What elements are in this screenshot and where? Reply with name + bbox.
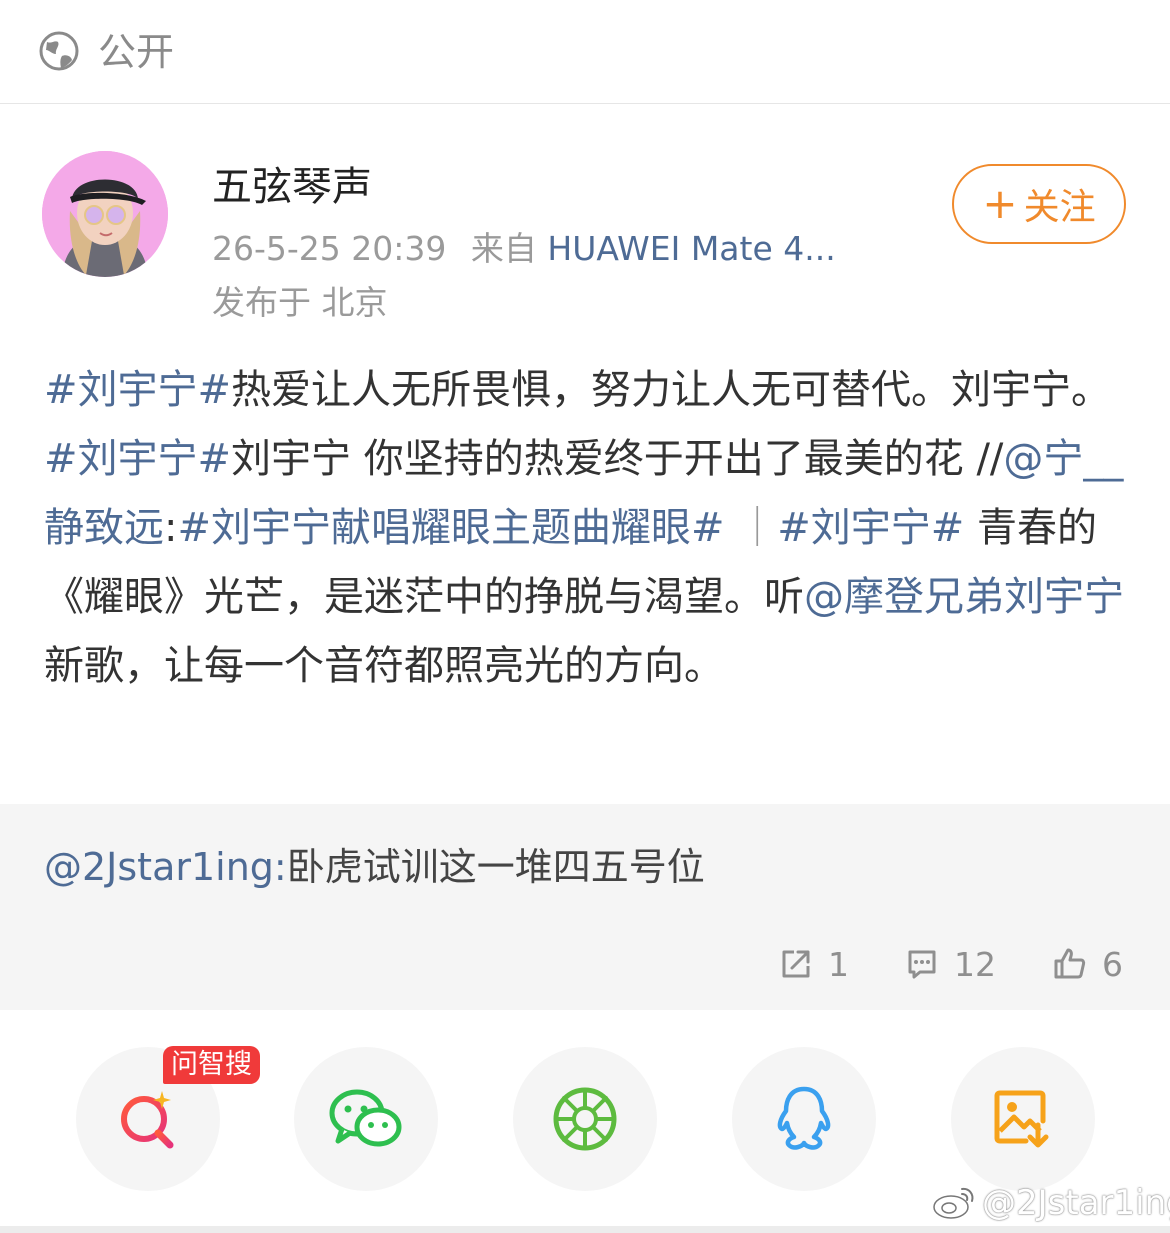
mention-link[interactable]: @摩登兄弟刘宇宁 [804,574,1124,620]
watermark-text: @2Jstar1ing [982,1183,1170,1223]
save-image-icon [994,1090,1049,1148]
hashtag-link[interactable]: #刘宇宁# [777,505,964,551]
share-count: 1 [828,944,849,984]
author-name[interactable]: 五弦琴声 [212,160,372,214]
like-stat[interactable]: 6 [1052,936,1123,992]
thumbs-up-icon [1054,948,1086,979]
visibility-label[interactable]: 公开 [98,26,174,78]
comment-stat[interactable]: 12 [904,936,996,992]
share-icon [782,950,810,978]
moments-icon [553,1087,617,1151]
search-ai-icon [121,1091,174,1149]
device-source[interactable]: HUAWEI Mate 4... [547,229,835,268]
comment-icon [908,950,936,979]
save-image-button[interactable] [951,1047,1095,1191]
comment-count: 12 [954,944,996,984]
post-location: 发布于 北京 [212,283,388,322]
share-moments-button[interactable] [513,1047,657,1191]
share-stat[interactable]: 1 [778,936,849,992]
follow-label: 关注 [1023,187,1096,228]
bottom-divider [0,1226,1170,1233]
hashtag-link[interactable]: #刘宇宁献唱耀眼主题曲耀眼# [177,505,724,551]
globe-icon [39,31,79,71]
hashtag-link[interactable]: #刘宇宁# [44,436,231,482]
ai-search-badge: 问智搜 [163,1046,260,1084]
weibo-logo-icon [933,1187,974,1219]
post-time: 26-5-25 20:39 [212,229,447,268]
repost-user-link[interactable]: @2Jstar1ing: [44,845,287,889]
source-prefix: 来自 [470,229,537,268]
top-bar: 公开 [0,0,1170,104]
post-text-segment: : [164,505,178,551]
post-text-segment: 刘宇宁 你坚持的热爱终于开出了最美的花 // [231,436,1004,482]
watermark: @2Jstar1ing [932,1180,1170,1226]
share-wechat-button[interactable] [294,1047,438,1191]
post-text-segment: ｜ [724,505,778,551]
repost-text: 卧虎试训这一堆四五号位 [286,845,705,889]
follow-button[interactable]: + 关注 [952,164,1126,244]
avatar[interactable] [42,151,168,277]
repost-comment: @2Jstar1ing:卧虎试训这一堆四五号位 [44,840,705,894]
hashtag-link[interactable]: #刘宇宁# [44,367,231,413]
post-content: #刘宇宁#热爱让人无所畏惧，努力让人无可替代。刘宇宁。#刘宇宁#刘宇宁 你坚持的… [44,356,1134,701]
post-meta: 26-5-25 20:39 来自 HUAWEI Mate 4... [212,226,872,272]
post-text-segment: 新歌，让每一个音符都照亮光的方向。 [44,643,724,689]
wechat-icon [329,1089,402,1147]
post-text-segment: 热爱让人无所畏惧，努力让人无可替代。刘宇宁。 [231,367,1112,413]
share-qq-button[interactable] [732,1047,876,1191]
qq-icon [777,1086,831,1150]
like-count: 6 [1102,944,1123,984]
repost-section: @2Jstar1ing:卧虎试训这一堆四五号位 1 12 6 [0,804,1170,1010]
plus-icon: + [982,179,1018,228]
avatar-illustration [42,151,168,277]
